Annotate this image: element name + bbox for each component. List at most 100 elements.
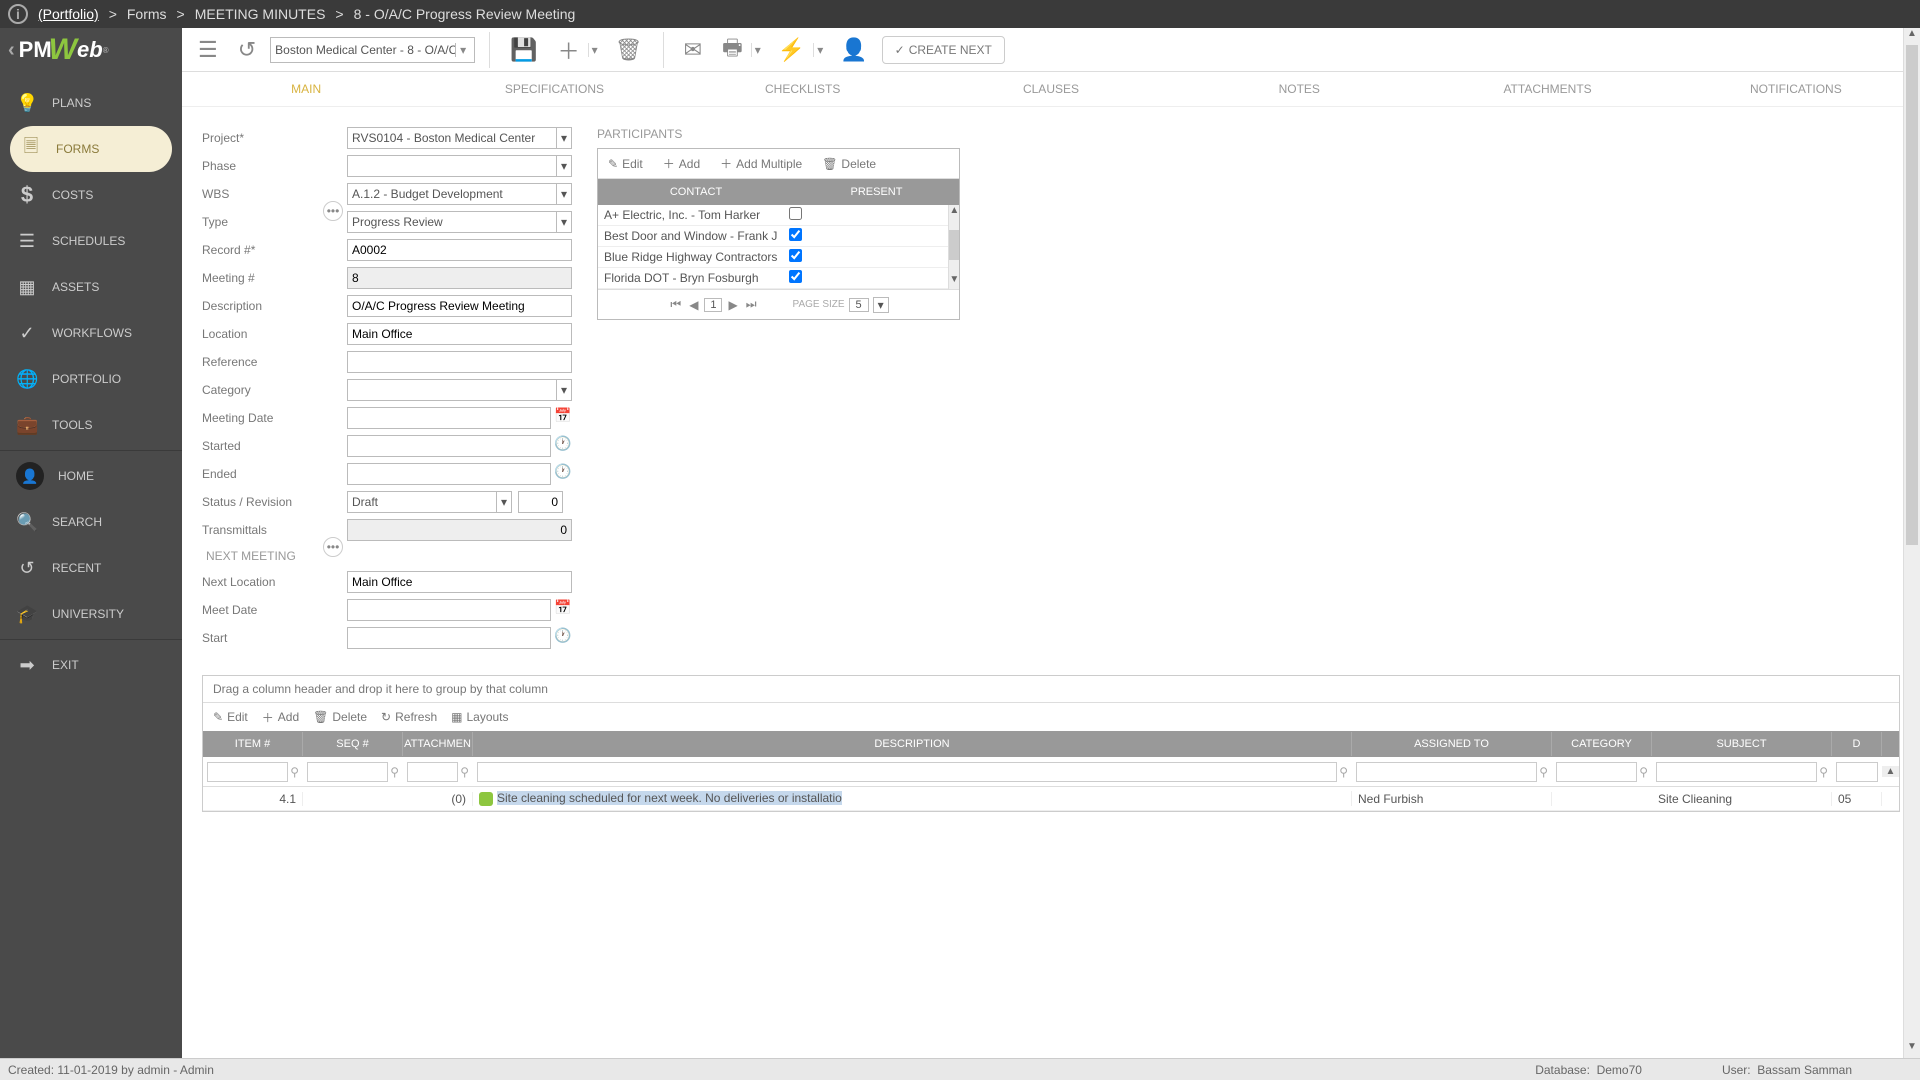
scroll-up-icon[interactable]: ▲ [1904,28,1920,45]
filter-icon[interactable]: ⚲ [1819,765,1828,779]
print-icon[interactable]: 🖶 [716,27,749,73]
filter-icon[interactable]: ⚲ [390,765,399,779]
info-icon[interactable]: i [8,4,28,24]
scroll-down-icon[interactable]: ▼ [1904,1041,1920,1058]
nav-assets[interactable]: ▦ASSETS [0,264,182,310]
chevron-down-icon[interactable]: ▾ [556,156,571,176]
nav-search[interactable]: 🔍SEARCH [0,499,182,545]
bolt-menu-icon[interactable]: ▾ [813,43,826,57]
project-select[interactable]: RVS0104 - Boston Medical Center▾ [347,127,572,149]
started-input[interactable] [347,435,551,457]
filter-att[interactable] [407,762,458,782]
calendar-icon[interactable]: 📅 [554,407,572,429]
col-contact[interactable]: CONTACT [598,186,794,198]
clock-icon[interactable]: 🕐 [554,627,572,649]
scroll-thumb[interactable] [1906,45,1918,545]
chevron-down-icon[interactable]: ▾ [556,128,571,148]
nav-portfolio[interactable]: 🌐PORTFOLIO [0,356,182,402]
participant-row[interactable]: A+ Electric, Inc. - Tom Harker [598,205,948,226]
filter-date[interactable] [1836,762,1878,782]
record-input[interactable] [347,239,572,261]
nav-exit[interactable]: ➡EXIT [0,642,182,688]
nav-home[interactable]: 👤HOME [0,453,182,499]
transmittals-more-button[interactable]: ••• [323,537,343,557]
filter-subj[interactable] [1656,762,1817,782]
filter-icon[interactable]: ⚲ [1639,765,1648,779]
tab-notifications[interactable]: NOTIFICATIONS [1672,73,1920,105]
nav-plans[interactable]: 💡PLANS [0,80,182,126]
trash-icon[interactable]: 🗑 [609,33,649,67]
add-icon[interactable]: ＋ [552,30,586,70]
pager-next-icon[interactable]: ▶ [726,298,739,312]
filter-asg[interactable] [1356,762,1537,782]
nav-schedules[interactable]: ☰SCHEDULES [0,218,182,264]
breadcrumb-type[interactable]: MEETING MINUTES [195,6,326,22]
status-select[interactable]: Draft▾ [347,491,512,513]
save-icon[interactable]: 💾 [504,33,543,67]
pager-page-number[interactable]: 1 [704,298,722,312]
meet-date-input[interactable] [347,599,551,621]
back-chevron-icon[interactable]: ‹ [8,39,15,62]
pager-last-icon[interactable]: ⏭ [744,297,759,312]
col-description[interactable]: DESCRIPTION [473,732,1352,756]
grid-add-button[interactable]: ＋Add [262,709,299,726]
col-subject[interactable]: SUBJECT [1652,732,1832,756]
clock-icon[interactable]: 🕐 [554,463,572,485]
mail-icon[interactable]: ✉ [678,33,708,67]
chevron-down-icon[interactable]: ▾ [556,184,571,204]
filter-icon[interactable]: ⚲ [290,765,299,779]
pager-first-icon[interactable]: ⏮ [668,297,683,312]
participants-scrollbar[interactable]: ▲ ▼ [948,205,959,289]
next-location-input[interactable] [347,571,572,593]
meeting-date-input[interactable] [347,407,551,429]
page-size-value[interactable]: 5 [849,298,869,312]
user-icon[interactable]: 👤 [834,33,873,67]
logo[interactable]: ‹ PMWeb® [0,28,182,72]
present-checkbox[interactable] [789,270,802,283]
present-checkbox[interactable] [789,228,802,241]
scroll-up-icon[interactable]: ▲ [949,205,959,220]
wbs-select[interactable]: A.1.2 - Budget Development▾ [347,183,572,205]
filter-cat[interactable] [1556,762,1637,782]
chevron-down-icon[interactable]: ▾ [556,212,571,232]
col-item[interactable]: ITEM # [203,732,303,756]
col-attachment[interactable]: ATTACHMEN [403,732,473,756]
add-menu-icon[interactable]: ▾ [588,43,601,57]
col-assigned[interactable]: ASSIGNED TO [1352,732,1552,756]
participant-row[interactable]: Florida DOT - Bryn Fosburgh [598,268,948,289]
breadcrumb-portfolio[interactable]: (Portfolio) [38,6,99,22]
tab-attachments[interactable]: ATTACHMENTS [1423,73,1671,105]
participant-present[interactable] [783,207,948,223]
nav-tools[interactable]: 💼TOOLS [0,402,182,448]
breadcrumb-forms[interactable]: Forms [127,6,167,22]
grid-layouts-button[interactable]: ▦Layouts [451,710,508,724]
filter-item[interactable] [207,762,288,782]
type-select[interactable]: Progress Review▾ [347,211,572,233]
participant-row[interactable]: Best Door and Window - Frank J [598,226,948,247]
tab-specifications[interactable]: SPECIFICATIONS [430,73,678,105]
tab-checklists[interactable]: CHECKLISTS [679,73,927,105]
col-present[interactable]: PRESENT [794,186,959,198]
participant-present[interactable] [783,228,948,244]
chevron-down-icon[interactable]: ▾ [496,492,511,512]
chevron-down-icon[interactable]: ▾ [455,43,470,57]
participant-row[interactable]: Blue Ridge Highway Contractors [598,247,948,268]
nav-costs[interactable]: $COSTS [0,172,182,218]
list-icon[interactable]: ☰ [192,33,224,67]
grid-scroll-up-icon[interactable]: ▲ [1882,766,1899,777]
grid-row[interactable]: 4.1 (0) Site cleaning scheduled for next… [203,787,1899,811]
pager-prev-icon[interactable]: ◀ [687,298,700,312]
filter-seq[interactable] [307,762,388,782]
scroll-down-icon[interactable]: ▼ [949,274,959,289]
cell-desc[interactable]: Site cleaning scheduled for next week. N… [473,791,1352,806]
filter-icon[interactable]: ⚲ [1539,765,1548,779]
reference-input[interactable] [347,351,572,373]
revision-input[interactable] [518,491,563,513]
print-menu-icon[interactable]: ▾ [751,43,764,57]
col-date[interactable]: D [1832,732,1882,756]
participants-edit-button[interactable]: ✎Edit [598,157,653,171]
col-category[interactable]: CATEGORY [1552,732,1652,756]
ended-input[interactable] [347,463,551,485]
phase-select[interactable]: ▾ [347,155,572,177]
nav-forms[interactable]: 🗏FORMS [10,126,172,172]
